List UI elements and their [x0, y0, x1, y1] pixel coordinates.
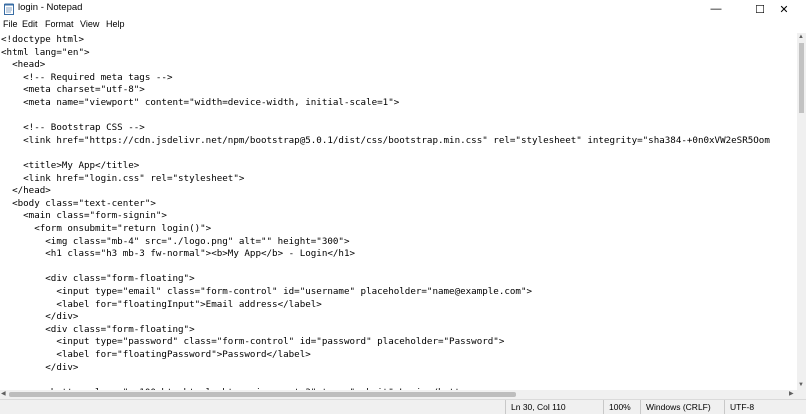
notepad-icon	[4, 3, 14, 15]
menu-file[interactable]: File	[3, 19, 18, 29]
zoom-level: 100%	[603, 400, 641, 414]
code-line: <form onsubmit="return login()">	[1, 223, 212, 234]
minimize-button[interactable]: —	[694, 0, 738, 18]
menu-format[interactable]: Format	[45, 19, 74, 29]
code-line: <!-- Bootstrap CSS -->	[1, 122, 145, 134]
code-line: <img class="mb-4" src="./logo.png" alt="…	[1, 235, 350, 247]
vertical-scroll-thumb[interactable]	[799, 43, 804, 113]
code-line: <label for="floatingInput">Email address…	[1, 298, 322, 310]
code-line: <link href="https://cdn.jsdelivr.net/npm…	[1, 134, 770, 146]
horizontal-scroll-thumb[interactable]	[9, 392, 516, 397]
code-line: <!-- Required meta tags -->	[1, 71, 173, 83]
menu-bar: File Edit Format View Help	[0, 18, 806, 33]
code-line: <head>	[1, 59, 46, 71]
menu-view[interactable]: View	[80, 19, 99, 29]
code-line: <div class="form-floating">	[1, 323, 195, 335]
text-editor[interactable]: <!doctype html> <html lang="en"> <head> <…	[0, 33, 797, 390]
close-button[interactable]: ✕	[762, 0, 806, 18]
code-line: <meta name="viewport" content="width=dev…	[1, 97, 400, 108]
encoding: UTF-8	[724, 400, 806, 414]
scroll-up-icon[interactable]: ▲	[798, 33, 804, 42]
minimize-icon: —	[710, 3, 722, 15]
vertical-scrollbar[interactable]: ▲ ▼	[797, 33, 806, 390]
scrollbar-corner	[797, 390, 806, 399]
code-line: </div>	[1, 361, 79, 373]
line-ending: Windows (CRLF)	[640, 400, 725, 414]
scroll-right-icon[interactable]: ▶	[789, 390, 794, 399]
horizontal-scrollbar[interactable]: ◀ ▶	[0, 390, 797, 399]
scroll-left-icon[interactable]: ◀	[1, 390, 6, 399]
code-line: <body class="text-center">	[1, 197, 156, 209]
menu-edit[interactable]: Edit	[22, 19, 38, 29]
code-line: <h1 class="h3 mb-3 fw-normal"><b>My App<…	[1, 248, 356, 260]
cursor-position: Ln 30, Col 110	[505, 400, 600, 414]
close-icon: ✕	[779, 3, 789, 16]
code-line: <input type="email" class="form-control"…	[1, 286, 533, 297]
code-line: </head>	[1, 185, 51, 197]
title-bar[interactable]: login - Notepad — ☐ ✕	[0, 0, 806, 18]
code-line: <label for="floatingPassword">Password</…	[1, 349, 311, 360]
code-line: <meta charset="utf-8">	[1, 84, 145, 96]
code-line: <html lang="en">	[1, 46, 90, 58]
code-line: <main class="form-signin">	[1, 210, 167, 222]
code-line: <title>My App</title>	[1, 160, 140, 171]
code-line: <link href="login.css" rel="stylesheet">	[1, 172, 245, 184]
code-line: <!doctype html>	[1, 34, 84, 45]
window-title: login - Notepad	[18, 2, 83, 13]
status-bar: Ln 30, Col 110 100% Windows (CRLF) UTF-8	[0, 399, 806, 414]
menu-help[interactable]: Help	[106, 19, 125, 29]
code-line: </div>	[1, 311, 79, 323]
code-line: <div class="form-floating">	[1, 273, 195, 285]
code-line: <input type="password" class="form-contr…	[1, 336, 505, 348]
scroll-down-icon[interactable]: ▼	[798, 381, 804, 390]
